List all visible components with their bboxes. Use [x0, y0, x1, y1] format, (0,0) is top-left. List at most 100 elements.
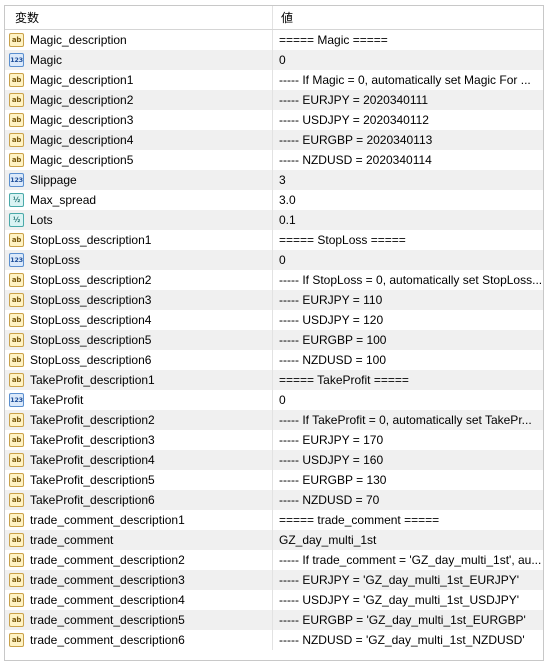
parameter-name-cell: 123 TakeProfit — [5, 390, 273, 410]
input-parameters-grid: 変数 値 ab Magic_description ===== Magic ====… — [4, 5, 544, 661]
parameter-value[interactable]: ----- NZDUSD = 100 — [273, 350, 543, 370]
string-type-icon: ab — [9, 373, 24, 387]
parameter-row[interactable]: ab trade_comment_description1 ===== trade_… — [5, 510, 543, 530]
parameter-name: TakeProfit — [30, 393, 84, 407]
column-header-value[interactable]: 値 — [273, 6, 293, 29]
string-type-icon: ab — [9, 533, 24, 547]
parameter-value[interactable]: ----- USDJPY = 120 — [273, 310, 543, 330]
parameter-row[interactable]: ab StopLoss_description5 ----- EURGBP = 10… — [5, 330, 543, 350]
parameter-row[interactable]: ab Magic_description4 ----- EURGBP = 20203… — [5, 130, 543, 150]
parameter-row[interactable]: ab StopLoss_description6 ----- NZDUSD = 10… — [5, 350, 543, 370]
parameter-value[interactable]: ----- EURJPY = 'GZ_day_multi_1st_EURJPY' — [273, 570, 543, 590]
parameter-name: TakeProfit_description5 — [30, 473, 155, 487]
parameter-value[interactable]: ----- EURJPY = 2020340111 — [273, 90, 543, 110]
parameter-name-cell: ab StopLoss_description5 — [5, 330, 273, 350]
parameter-value[interactable]: 0 — [273, 250, 543, 270]
parameter-row[interactable]: ab TakeProfit_description4 ----- USDJPY = … — [5, 450, 543, 470]
parameter-value[interactable]: ===== trade_comment ===== — [273, 510, 543, 530]
parameter-name: Magic_description5 — [30, 153, 134, 167]
parameter-row[interactable]: ab trade_comment GZ_day_multi_1st — [5, 530, 543, 550]
parameter-name: Magic_description3 — [30, 113, 134, 127]
parameter-value[interactable]: 0.1 — [273, 210, 543, 230]
parameter-name: trade_comment_description3 — [30, 573, 185, 587]
parameter-row[interactable]: ab Magic_description5 ----- NZDUSD = 20203… — [5, 150, 543, 170]
parameter-name-cell: ab Magic_description — [5, 30, 273, 50]
parameter-row[interactable]: 123 TakeProfit 0 — [5, 390, 543, 410]
parameter-row[interactable]: ab Magic_description ===== Magic ===== — [5, 30, 543, 50]
parameter-row[interactable]: ab TakeProfit_description2 ----- If TakePr… — [5, 410, 543, 430]
parameter-rows: ab Magic_description ===== Magic ===== 123 M… — [5, 30, 543, 650]
parameter-row[interactable]: ab TakeProfit_description3 ----- EURJPY = … — [5, 430, 543, 450]
parameter-value[interactable]: ----- EURGBP = 'GZ_day_multi_1st_EURGBP' — [273, 610, 543, 630]
parameter-value[interactable]: ----- EURGBP = 2020340113 — [273, 130, 543, 150]
parameter-name: TakeProfit_description1 — [30, 373, 155, 387]
parameter-row[interactable]: ab trade_comment_description4 ----- USDJPY… — [5, 590, 543, 610]
parameter-value[interactable]: ===== StopLoss ===== — [273, 230, 543, 250]
parameter-value[interactable]: ----- NZDUSD = 'GZ_day_multi_1st_NZDUSD' — [273, 630, 543, 650]
parameter-row[interactable]: ab trade_comment_description3 ----- EURJPY… — [5, 570, 543, 590]
parameter-value[interactable]: ===== TakeProfit ===== — [273, 370, 543, 390]
parameter-name-cell: ab StopLoss_description1 — [5, 230, 273, 250]
parameter-value[interactable]: 3.0 — [273, 190, 543, 210]
parameter-row[interactable]: ab StopLoss_description2 ----- If StopLoss… — [5, 270, 543, 290]
parameter-row[interactable]: ab trade_comment_description2 ----- If tra… — [5, 550, 543, 570]
parameter-value[interactable]: ----- USDJPY = 2020340112 — [273, 110, 543, 130]
integer-type-icon: 123 — [9, 393, 24, 407]
parameter-value[interactable]: ----- If StopLoss = 0, automatically set… — [273, 270, 543, 290]
parameter-value[interactable]: ----- NZDUSD = 2020340114 — [273, 150, 543, 170]
parameter-row[interactable]: ab StopLoss_description3 ----- EURJPY = 11… — [5, 290, 543, 310]
parameter-name: TakeProfit_description4 — [30, 453, 155, 467]
double-type-icon: ½ — [9, 193, 24, 207]
parameter-name: trade_comment_description5 — [30, 613, 185, 627]
parameter-row[interactable]: ½ Lots 0.1 — [5, 210, 543, 230]
parameter-value[interactable]: ----- NZDUSD = 70 — [273, 490, 543, 510]
parameter-row[interactable]: ab TakeProfit_description6 ----- NZDUSD = … — [5, 490, 543, 510]
parameter-value[interactable]: ----- If trade_comment = 'GZ_day_multi_1… — [273, 550, 543, 570]
string-type-icon: ab — [9, 473, 24, 487]
parameter-value[interactable]: GZ_day_multi_1st — [273, 530, 543, 550]
parameter-name-cell: ab Magic_description5 — [5, 150, 273, 170]
parameter-value[interactable]: ----- EURGBP = 100 — [273, 330, 543, 350]
string-type-icon: ab — [9, 453, 24, 467]
integer-type-icon: 123 — [9, 253, 24, 267]
parameter-value[interactable]: ----- EURGBP = 130 — [273, 470, 543, 490]
string-type-icon: ab — [9, 633, 24, 647]
parameter-row[interactable]: ab trade_comment_description6 ----- NZDUSD… — [5, 630, 543, 650]
parameter-value[interactable]: 3 — [273, 170, 543, 190]
parameter-row[interactable]: 123 Slippage 3 — [5, 170, 543, 190]
parameter-name-cell: ab TakeProfit_description2 — [5, 410, 273, 430]
parameter-name: Lots — [30, 213, 53, 227]
parameter-name: trade_comment_description6 — [30, 633, 185, 647]
parameter-row[interactable]: 123 StopLoss 0 — [5, 250, 543, 270]
parameter-name-cell: ab StopLoss_description6 — [5, 350, 273, 370]
parameter-row[interactable]: 123 Magic 0 — [5, 50, 543, 70]
parameter-row[interactable]: ab TakeProfit_description1 ===== TakeProfi… — [5, 370, 543, 390]
parameter-row[interactable]: ab Magic_description1 ----- If Magic = 0, … — [5, 70, 543, 90]
parameter-value[interactable]: 0 — [273, 390, 543, 410]
parameter-value[interactable]: ----- If TakeProfit = 0, automatically s… — [273, 410, 543, 430]
parameter-row[interactable]: ab Magic_description2 ----- EURJPY = 20203… — [5, 90, 543, 110]
parameter-row[interactable]: ab StopLoss_description1 ===== StopLoss ==… — [5, 230, 543, 250]
parameter-value[interactable]: ----- EURJPY = 110 — [273, 290, 543, 310]
parameter-value[interactable]: ----- USDJPY = 160 — [273, 450, 543, 470]
parameter-name: StopLoss_description1 — [30, 233, 152, 247]
parameter-name: Magic_description1 — [30, 73, 134, 87]
parameter-row[interactable]: ab Magic_description3 ----- USDJPY = 20203… — [5, 110, 543, 130]
parameter-row[interactable]: ab trade_comment_description5 ----- EURGBP… — [5, 610, 543, 630]
parameter-name: Magic_description4 — [30, 133, 134, 147]
parameter-value[interactable]: 0 — [273, 50, 543, 70]
parameter-name: Magic — [30, 53, 63, 67]
parameter-value[interactable]: ----- If Magic = 0, automatically set Ma… — [273, 70, 543, 90]
parameter-value[interactable]: ----- USDJPY = 'GZ_day_multi_1st_USDJPY' — [273, 590, 543, 610]
parameter-value[interactable]: ----- EURJPY = 170 — [273, 430, 543, 450]
parameter-row[interactable]: ½ Max_spread 3.0 — [5, 190, 543, 210]
parameter-row[interactable]: ab TakeProfit_description5 ----- EURGBP = … — [5, 470, 543, 490]
string-type-icon: ab — [9, 113, 24, 127]
parameter-name-cell: ab TakeProfit_description3 — [5, 430, 273, 450]
parameter-name-cell: 123 Slippage — [5, 170, 273, 190]
parameter-name: TakeProfit_description2 — [30, 413, 155, 427]
parameter-row[interactable]: ab StopLoss_description4 ----- USDJPY = 12… — [5, 310, 543, 330]
column-header-variable[interactable]: 変数 — [5, 6, 273, 29]
parameter-value[interactable]: ===== Magic ===== — [273, 30, 543, 50]
parameter-name-cell: 123 StopLoss — [5, 250, 273, 270]
